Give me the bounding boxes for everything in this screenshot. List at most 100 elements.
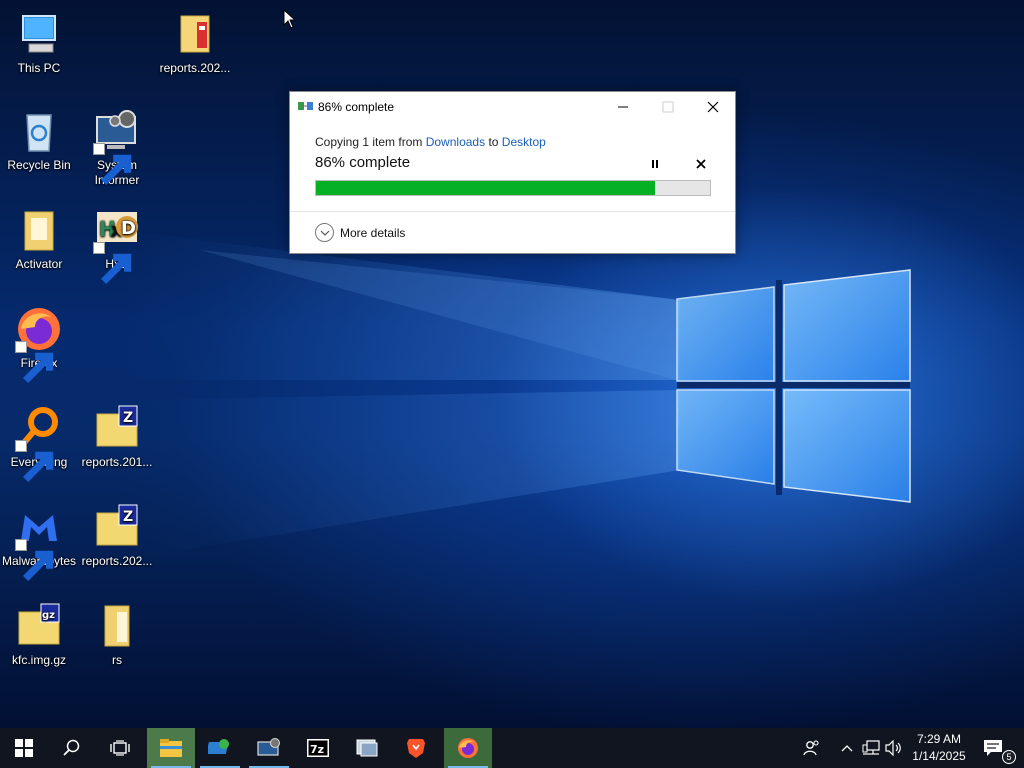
desktop-icon-malwarebytes[interactable]: Malwarebytes	[0, 503, 78, 581]
volume-icon	[885, 740, 901, 756]
minimize-button[interactable]	[600, 92, 646, 121]
copy-progress-bar	[315, 180, 711, 196]
file-explorer-icon	[160, 739, 182, 757]
taskbar-firefox[interactable]	[444, 728, 492, 768]
taskbar-remote-desktop[interactable]	[196, 728, 244, 768]
desktop-icon-label: reports.202...	[159, 61, 231, 75]
clock-time: 7:29 AM	[916, 732, 962, 746]
people-icon	[803, 740, 819, 756]
desktop-icon-reports-zip-1[interactable]: Z reports.201...	[78, 404, 156, 470]
copy-description: Copying 1 item from Downloads to Desktop	[315, 135, 546, 149]
volume-button[interactable]	[884, 728, 904, 768]
gz-archive-icon: gz	[15, 602, 63, 650]
desktop-icon-rs[interactable]: rs	[78, 602, 156, 668]
desktop-icon-label: This PC	[17, 61, 61, 75]
shortcut-arrow-icon	[93, 143, 132, 185]
clock-date: 1/14/2025	[912, 749, 966, 763]
taskbar-media-app[interactable]	[343, 728, 391, 768]
7zip-icon: 7z	[307, 739, 329, 757]
archive-folder-icon	[171, 10, 219, 58]
task-view-icon	[110, 740, 130, 756]
firefox-icon	[458, 738, 478, 758]
computer-icon	[15, 10, 63, 58]
folder-icon	[93, 602, 141, 650]
svg-text:D: D	[121, 218, 136, 239]
taskbar-file-explorer[interactable]	[147, 728, 195, 768]
svg-text:7z: 7z	[310, 743, 324, 756]
pause-button[interactable]	[648, 158, 662, 170]
desktop-icon-label: Activator	[15, 257, 63, 271]
network-button[interactable]	[860, 728, 882, 768]
desktop-icon-kfc-img-gz[interactable]: gz kfc.img.gz	[0, 602, 78, 668]
mouse-cursor-icon	[283, 9, 297, 29]
desktop-icon-label: reports.201...	[81, 455, 153, 469]
dialog-title-bar[interactable]: 86% complete	[290, 92, 735, 121]
notification-icon	[984, 740, 1002, 756]
desktop-icon-system-informer[interactable]: System Informer	[78, 107, 156, 188]
desktop-icon-activator[interactable]: Activator	[0, 206, 78, 272]
taskbar-clock[interactable]: 7:29 AM 1/14/2025	[903, 731, 975, 765]
desktop-icon-reports-archive[interactable]: reports.202...	[156, 10, 234, 76]
desktop-icon-this-pc[interactable]: This PC	[0, 10, 78, 76]
desktop-icon-firefox[interactable]: Firefox	[0, 305, 78, 383]
shortcut-arrow-icon	[93, 242, 132, 284]
system-informer-icon	[93, 107, 141, 185]
copy-description-prefix: Copying 1 item from	[315, 135, 423, 149]
show-hidden-icons-button[interactable]	[838, 728, 856, 768]
remote-desktop-icon	[208, 739, 229, 754]
chevron-up-icon	[841, 745, 853, 752]
network-icon	[862, 740, 880, 755]
desktop-icon-label: Recycle Bin	[7, 158, 71, 172]
maximize-icon	[662, 101, 674, 113]
shortcut-arrow-icon	[15, 440, 54, 482]
svg-text:Z: Z	[123, 509, 133, 525]
folder-icon	[15, 206, 63, 254]
recycle-bin-icon	[15, 107, 63, 155]
copy-progress-icon	[298, 102, 313, 110]
desktop-icon-reports-zip-2[interactable]: Z reports.202...	[78, 503, 156, 569]
dialog-title: 86% complete	[318, 100, 395, 114]
start-icon	[15, 739, 33, 757]
chevron-down-icon	[315, 223, 334, 242]
taskbar-system-informer[interactable]	[245, 728, 293, 768]
shortcut-arrow-icon	[15, 539, 54, 581]
divider	[290, 211, 735, 212]
maximize-button	[645, 92, 691, 121]
desktop-icon-label: reports.202...	[81, 554, 153, 568]
malwarebytes-icon	[15, 503, 63, 581]
svg-text:gz: gz	[42, 610, 55, 621]
minimize-icon	[618, 106, 628, 108]
taskbar-7zip[interactable]: 7z	[294, 728, 342, 768]
search-button[interactable]	[48, 728, 96, 768]
task-view-button[interactable]	[96, 728, 144, 768]
desktop-icon-recycle-bin[interactable]: Recycle Bin	[0, 107, 78, 173]
action-center-button[interactable]: 5	[978, 728, 1018, 768]
media-icon	[356, 739, 378, 757]
desktop-icon-label: rs	[112, 653, 122, 667]
cancel-copy-button[interactable]	[695, 158, 707, 170]
svg-text:Z: Z	[123, 410, 133, 426]
progress-status: 86% complete	[315, 154, 411, 171]
desktop-icon-hxd[interactable]: HxD HxD	[78, 206, 156, 284]
desktop-icon-everything[interactable]: Everything	[0, 404, 78, 482]
hxd-icon: HxD	[93, 206, 141, 284]
destination-link[interactable]: Desktop	[502, 135, 546, 149]
desktop-icon-label: kfc.img.gz	[11, 653, 66, 667]
zip-folder-icon: Z	[93, 404, 141, 452]
system-informer-icon	[257, 738, 280, 756]
brave-icon	[407, 739, 425, 758]
taskbar: 7z 7:29 AM 1/14/2025 5	[0, 728, 1024, 768]
more-details-label: More details	[340, 226, 406, 240]
firefox-icon	[15, 305, 63, 383]
copy-description-mid: to	[488, 135, 499, 149]
close-button[interactable]	[690, 92, 736, 121]
people-button[interactable]	[800, 728, 824, 768]
progress-bar-fill	[316, 181, 655, 195]
notification-count-badge: 5	[1002, 750, 1016, 764]
everything-search-icon	[15, 404, 63, 482]
start-button[interactable]	[0, 728, 48, 768]
file-copy-dialog: 86% complete Copying 1 item from Downloa…	[289, 91, 736, 254]
shortcut-arrow-icon	[15, 341, 54, 383]
taskbar-brave[interactable]	[392, 728, 440, 768]
source-link[interactable]: Downloads	[426, 135, 485, 149]
